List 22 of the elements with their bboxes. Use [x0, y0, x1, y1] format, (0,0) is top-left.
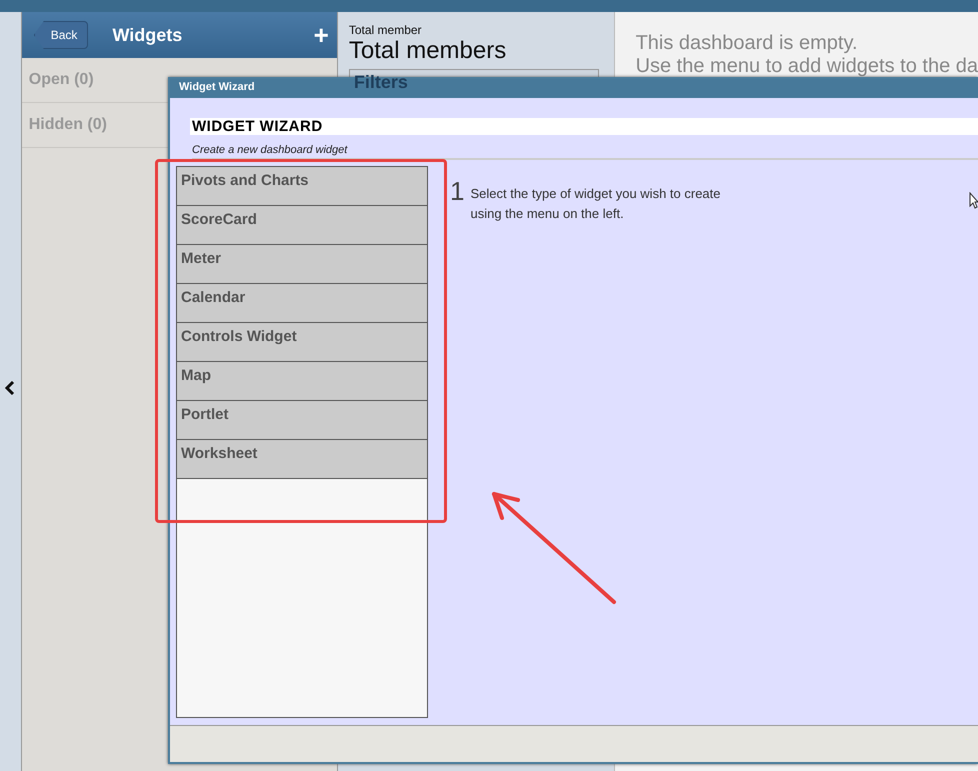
widget-type-item[interactable]: Map	[176, 361, 428, 401]
widget-type-item[interactable]: Controls Widget	[176, 322, 428, 362]
filters-title: Filters	[354, 72, 408, 92]
widget-type-item[interactable]: Worksheet	[176, 439, 428, 479]
empty-dashboard-message: This dashboard is empty.	[636, 32, 859, 55]
instruction-text: Select the type of widget you wish to create using the menu on the left.	[470, 185, 722, 223]
widget-type-item[interactable]: Calendar	[176, 283, 428, 323]
widget-type-item[interactable]: ScoreCard	[176, 205, 428, 245]
wizard-subtitle: Create a new dashboard widget	[192, 144, 978, 160]
widget-caption: Total member	[348, 23, 423, 37]
add-button[interactable]: +	[314, 22, 329, 48]
step-number: 1	[450, 178, 464, 204]
empty-dashboard-message: Use the menu to add widgets to the da	[636, 55, 978, 78]
mouse-pointer-icon	[969, 192, 978, 209]
wizard-heading: WIDGET WIZARD	[190, 118, 978, 135]
widget-title: Total members	[348, 37, 508, 65]
collapse-chevron-icon[interactable]	[5, 380, 16, 394]
back-button[interactable]: Back	[34, 21, 88, 49]
sidebar-title: Widgets	[112, 24, 184, 46]
widget-type-item[interactable]: Portlet	[176, 400, 428, 440]
widget-type-item[interactable]: Meter	[176, 244, 428, 284]
widget-type-item[interactable]: Pivots and Charts	[176, 166, 428, 206]
